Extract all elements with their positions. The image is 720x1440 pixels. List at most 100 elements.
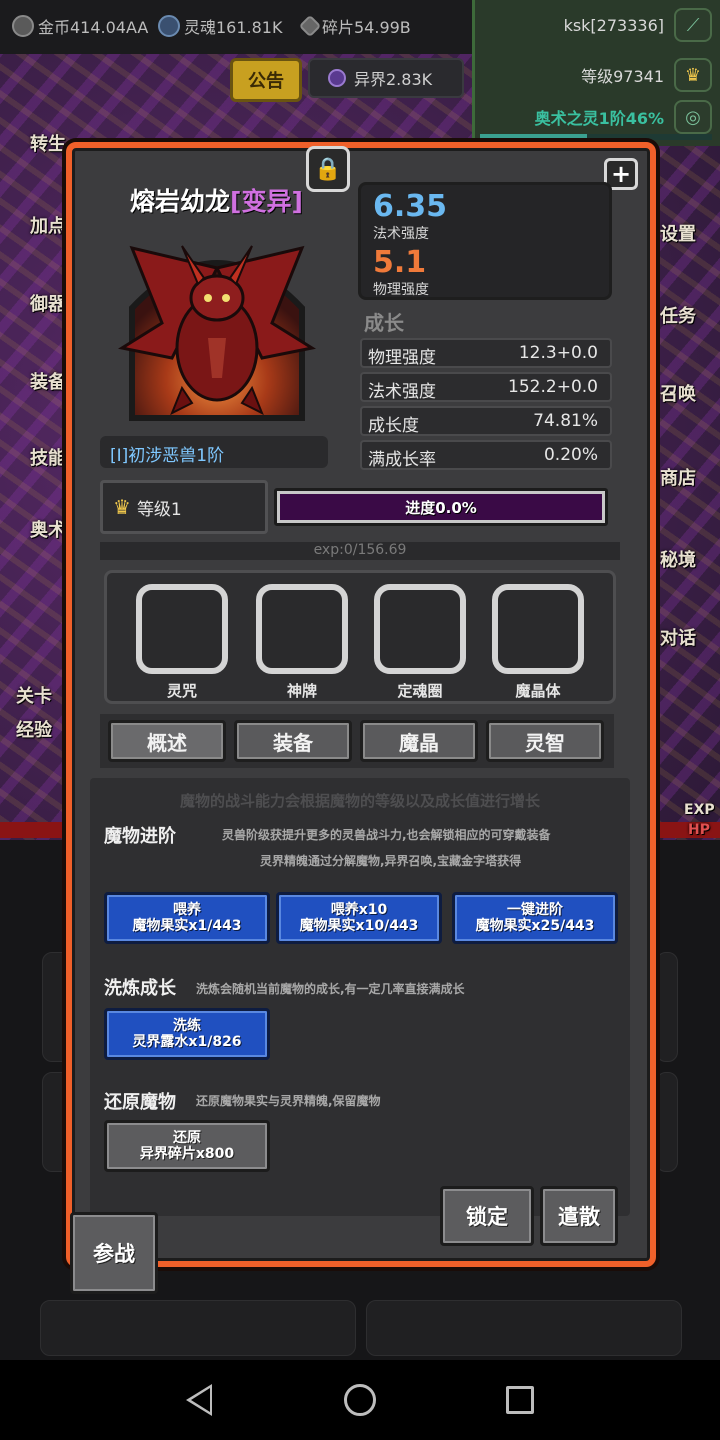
growth-title: 成长: [364, 311, 404, 335]
slot-magic-crystal[interactable]: [492, 584, 584, 674]
button-label: 还原: [173, 1130, 201, 1146]
level-progress-track: 进度0.0%: [280, 494, 602, 520]
feed-x10-button[interactable]: 喂养x10 魔物果实x10/443: [276, 892, 442, 944]
coin-icon: [12, 15, 34, 37]
growth-row-magic: 法术强度 152.2+0.0: [360, 372, 612, 402]
back-icon-inner: [191, 1388, 210, 1412]
slot-label: 灵咒: [166, 682, 197, 700]
bg-menu-equip: 装备: [30, 372, 66, 393]
soul-value: 灵魂161.81K: [184, 18, 283, 37]
level-progress-bar: 进度0.0%: [274, 488, 608, 526]
arcane-row[interactable]: 奥术之灵1阶46% ◎: [535, 100, 712, 134]
gold-counter: 金币414.04AA: [12, 14, 148, 38]
advance-title: 魔物进阶: [104, 826, 176, 847]
growth-row-degree: 成长度 74.81%: [360, 406, 612, 436]
arcane-level: 奥术之灵1阶46%: [534, 109, 664, 128]
crown-icon: ♛: [113, 495, 131, 519]
crown-icon: ♛: [674, 58, 712, 92]
growth-row-physical: 物理强度 12.3+0.0: [360, 338, 612, 368]
one-click-advance-button[interactable]: 一键进阶 魔物果实x25/443: [452, 892, 618, 944]
button-label: 喂养x10: [330, 902, 388, 918]
power-stats-box: 6.35 法术强度 5.1 物理强度: [358, 182, 612, 300]
avatar-icon[interactable]: ⟋: [674, 8, 712, 42]
growth-value: 74.81%: [533, 411, 598, 431]
button-cost: 魔物果实x25/443: [475, 918, 595, 934]
bg-menu-realm: 秘境: [660, 550, 696, 571]
slot-label: 神牌: [286, 682, 317, 700]
bg-menu-summon: 召唤: [660, 384, 696, 405]
button-cost: 异界碎片x800: [139, 1146, 235, 1162]
otherworld-icon: [328, 69, 346, 87]
button-label: 一键进阶: [507, 902, 563, 918]
soul-icon: [158, 15, 180, 37]
tab-equipment[interactable]: 装备: [234, 720, 352, 762]
otherworld-value: 异界2.83K: [354, 70, 433, 89]
bg-menu-settings: 设置: [660, 224, 696, 245]
bg-card: [40, 1300, 356, 1356]
growth-value: 152.2+0.0: [508, 377, 598, 397]
slot-label: 定魂圈: [397, 682, 443, 700]
pet-name: 熔岩幼龙: [130, 187, 231, 216]
refine-button[interactable]: 洗练 灵界露水x1/826: [104, 1008, 270, 1060]
restore-note: 还原魔物果实与灵界精魄,保留魔物: [196, 1094, 381, 1108]
arcane-progress-bar: [480, 134, 712, 140]
feed-button[interactable]: 喂养 魔物果实x1/443: [104, 892, 270, 944]
physical-power-label: 物理强度: [373, 282, 429, 298]
growth-label: 法术强度: [368, 382, 436, 402]
restore-title: 还原魔物: [104, 1092, 176, 1113]
growth-row-max-rate: 满成长率 0.20%: [360, 440, 612, 470]
padlock-icon[interactable]: 🔒: [306, 146, 350, 192]
pet-portrait: [118, 245, 316, 421]
slot-spell[interactable]: [136, 584, 228, 674]
bg-card: [656, 1072, 678, 1172]
soul-counter: 灵魂161.81K: [158, 14, 282, 38]
bg-hp-label: HP: [688, 822, 710, 838]
gold-value: 金币414.04AA: [38, 18, 149, 37]
player-level: 等级97341: [581, 67, 664, 86]
bg-menu-points: 加点: [30, 216, 66, 237]
arcane-progress-fill: [480, 134, 587, 140]
button-cost: 灵界露水x1/826: [132, 1034, 242, 1050]
lock-button[interactable]: 锁定: [440, 1186, 534, 1246]
otherworld-counter: 异界2.83K: [308, 58, 464, 98]
pet-tier-label: [I]初涉恶兽1阶: [100, 436, 328, 468]
growth-value: 12.3+0.0: [518, 343, 598, 363]
growth-label: 成长度: [368, 416, 419, 436]
overview-description: 魔物的战斗能力会根据魔物的等级以及成长值进行增长: [179, 792, 540, 810]
button-label: 洗练: [173, 1018, 201, 1034]
advance-note: 灵兽阶级获提升更多的灵兽战斗力,也会解锁相应的可穿戴装备: [222, 828, 551, 842]
bg-menu-exp: 经验: [16, 720, 52, 741]
button-cost: 魔物果实x1/443: [132, 918, 242, 934]
bg-menu-artifact: 御器: [30, 294, 66, 315]
battle-button[interactable]: 参战: [70, 1212, 158, 1294]
bg-menu-rebirth: 转生: [30, 134, 66, 155]
swirl-icon[interactable]: ◎: [674, 100, 712, 134]
refine-title: 洗炼成长: [104, 978, 176, 999]
slot-soul-ring[interactable]: [374, 584, 466, 674]
shard-counter: 碎片54.99B: [298, 14, 411, 38]
tab-intelligence[interactable]: 灵智: [486, 720, 604, 762]
advance-note: 灵界精魄通过分解魔物,异界召唤,宝藏金字塔获得: [260, 854, 522, 868]
pet-mutation-tag: [变异]: [230, 187, 303, 216]
slot-label: 魔晶体: [515, 682, 561, 700]
tab-overview[interactable]: 概述: [108, 720, 226, 762]
growth-value: 0.20%: [543, 445, 598, 465]
button-cost: 魔物果实x10/443: [299, 918, 419, 934]
growth-label: 物理强度: [368, 348, 436, 368]
recent-apps-icon[interactable]: [506, 1386, 534, 1414]
home-icon[interactable]: [344, 1384, 376, 1416]
pet-title: 熔岩幼龙[变异]: [130, 182, 303, 218]
bg-menu-skill: 技能: [30, 448, 66, 469]
bg-menu-arcane: 奥术: [30, 520, 66, 541]
bg-menu-stage: 关卡: [16, 686, 52, 707]
dismiss-button[interactable]: 遣散: [540, 1186, 618, 1246]
player-level-row: 等级97341 ♛: [581, 58, 712, 92]
level-progress-label: 进度0.0%: [405, 499, 477, 517]
tab-magic-crystal[interactable]: 魔晶: [360, 720, 478, 762]
player-name-row[interactable]: ksk[273336] ⟋: [564, 8, 712, 42]
restore-button[interactable]: 还原 异界碎片x800: [104, 1120, 270, 1172]
notice-button[interactable]: 公告: [230, 58, 302, 102]
pet-level-box: ♛ 等级1: [100, 480, 268, 534]
slot-divine-card[interactable]: [256, 584, 348, 674]
magic-power-value: 6.35: [373, 189, 448, 224]
